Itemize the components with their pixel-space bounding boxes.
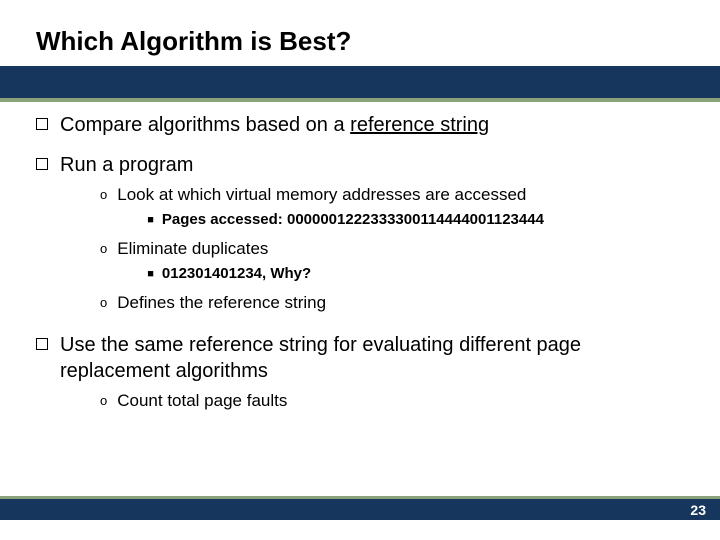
- title-band-divider: [0, 98, 720, 102]
- bullet-lvl1: Use the same reference string for evalua…: [36, 332, 684, 416]
- bullet-lvl3: ■ Pages accessed: 0000001222333300114444…: [147, 210, 544, 230]
- bullet-lvl1: Compare algorithms based on a reference …: [36, 112, 684, 138]
- bullet-lvl2: o Eliminate duplicates ■ 012301401234, W…: [100, 238, 684, 286]
- bullet-text-wrapper: Look at which virtual memory addresses a…: [117, 184, 544, 232]
- bullet-marker-square-icon: [36, 158, 48, 170]
- bullet-lvl2: o Defines the reference string: [100, 292, 684, 314]
- bullet-list-lvl1: Compare algorithms based on a reference …: [36, 112, 684, 416]
- bullet-text-wrapper: Run a program o Look at which virtual me…: [60, 152, 684, 318]
- bullet-marker-circle-icon: o: [100, 238, 107, 260]
- bullet-list-lvl2: o Count total page faults: [100, 390, 684, 412]
- bullet-text: Run a program: [60, 154, 193, 176]
- bullet-text: 012301401234, Why?: [162, 264, 311, 284]
- bullet-list-lvl3: ■ Pages accessed: 0000001222333300114444…: [147, 210, 544, 230]
- footer-band: 23: [0, 499, 720, 520]
- bullet-text: Use the same reference string for evalua…: [60, 334, 581, 382]
- bullet-text: Compare algorithms based on a reference …: [60, 112, 684, 138]
- slide: Which Algorithm is Best? Compare algorit…: [0, 0, 720, 540]
- bullet-lvl2: o Count total page faults: [100, 390, 684, 412]
- slide-body: Compare algorithms based on a reference …: [36, 112, 684, 430]
- bullet-marker-filled-square-icon: ■: [147, 264, 154, 284]
- bullet-text-wrapper: Use the same reference string for evalua…: [60, 332, 684, 416]
- title-band: [0, 66, 720, 98]
- bullet-lvl3: ■ 012301401234, Why?: [147, 264, 311, 284]
- bullet-text-pre: Compare algorithms based on a: [60, 114, 350, 136]
- bullet-text-wrapper: Eliminate duplicates ■ 012301401234, Why…: [117, 238, 311, 286]
- bullet-marker-filled-square-icon: ■: [147, 210, 154, 230]
- bullet-list-lvl3: ■ 012301401234, Why?: [147, 264, 311, 284]
- bullet-lvl1: Run a program o Look at which virtual me…: [36, 152, 684, 318]
- page-number: 23: [690, 502, 706, 518]
- bullet-text-underlined: reference string: [350, 114, 489, 136]
- bullet-marker-circle-icon: o: [100, 292, 107, 314]
- bullet-text: Count total page faults: [117, 390, 287, 412]
- bullet-list-lvl2: o Look at which virtual memory addresses…: [100, 184, 684, 314]
- bullet-lvl2: o Look at which virtual memory addresses…: [100, 184, 684, 232]
- bullet-marker-circle-icon: o: [100, 184, 107, 206]
- bullet-text: Eliminate duplicates: [117, 239, 268, 258]
- bullet-text: Pages accessed: 000000122233330011444400…: [162, 210, 544, 230]
- bullet-marker-circle-icon: o: [100, 390, 107, 412]
- slide-title: Which Algorithm is Best?: [36, 26, 351, 57]
- bullet-marker-square-icon: [36, 118, 48, 130]
- bullet-marker-square-icon: [36, 338, 48, 350]
- bullet-text: Look at which virtual memory addresses a…: [117, 185, 526, 204]
- bullet-text: Defines the reference string: [117, 292, 326, 314]
